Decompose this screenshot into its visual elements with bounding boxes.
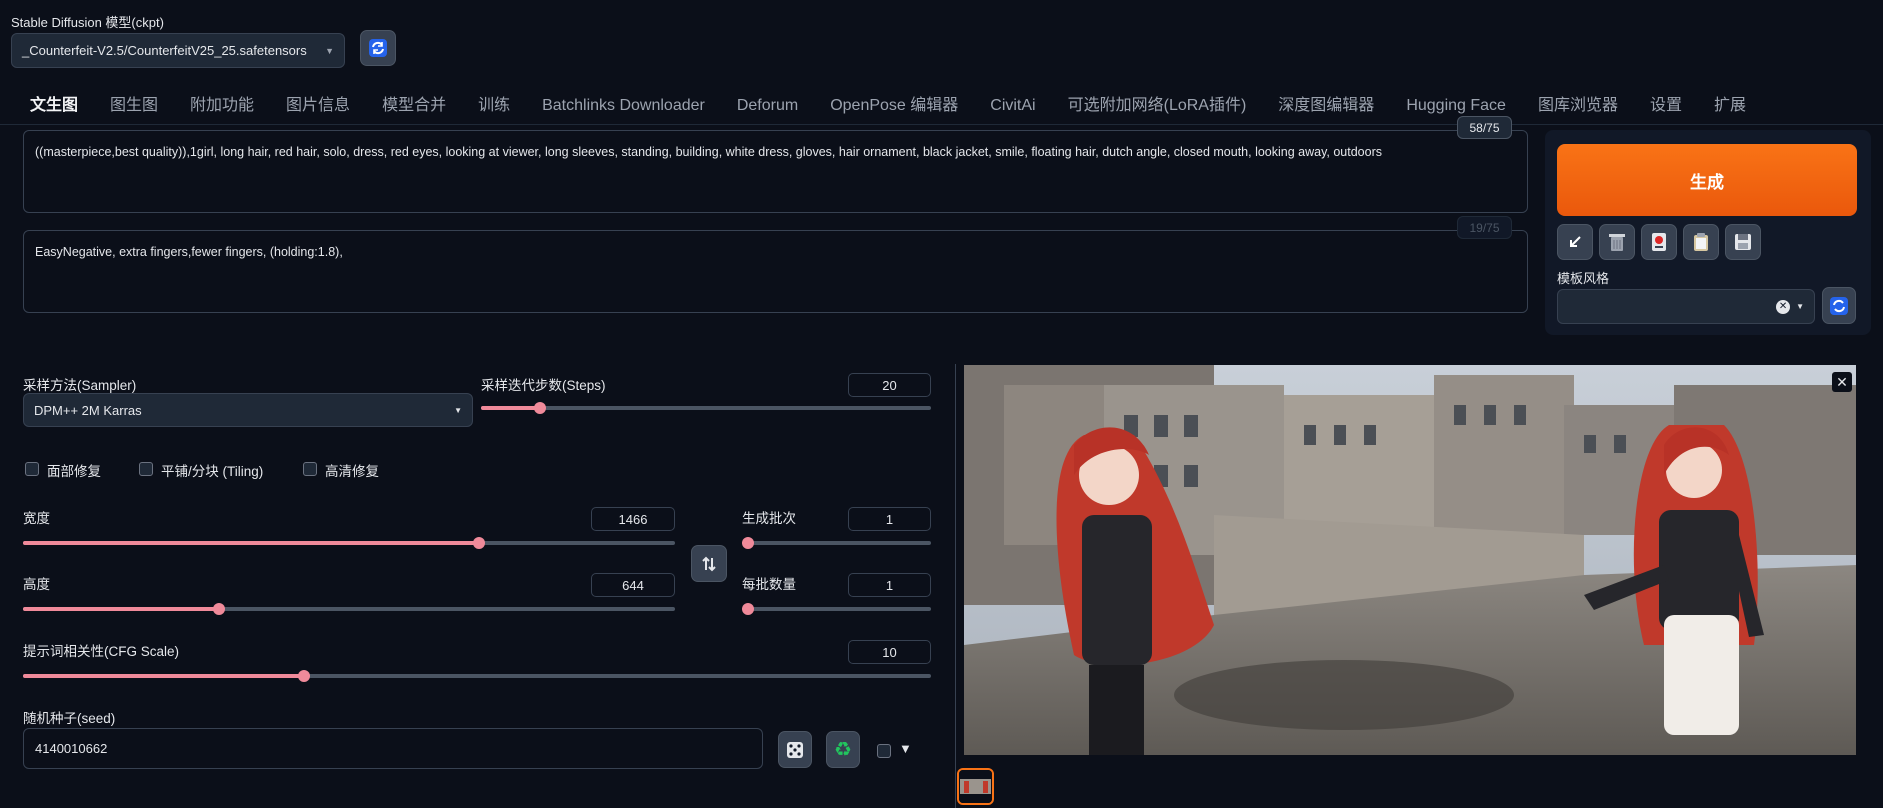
height-slider-thumb[interactable]	[212, 603, 225, 615]
chevron-down-icon: ▼	[454, 405, 462, 415]
cfg-input[interactable]: 10	[848, 640, 931, 664]
height-slider-fill	[23, 607, 219, 611]
tab-depth[interactable]: 深度图编辑器	[1262, 90, 1390, 122]
save-style-button[interactable]	[1725, 224, 1761, 260]
red-card-icon	[1652, 233, 1666, 251]
refresh-styles-button[interactable]	[1822, 287, 1856, 324]
refresh-model-button[interactable]	[360, 30, 396, 66]
tab-batchlinks[interactable]: Batchlinks Downloader	[526, 90, 721, 122]
tab-gallery[interactable]: 图库浏览器	[1522, 90, 1634, 122]
reuse-seed-button[interactable]: ♻	[826, 731, 860, 768]
generate-button[interactable]: 生成	[1557, 144, 1857, 216]
refresh-icon	[1830, 296, 1848, 315]
hires-fix-checkbox[interactable]	[303, 462, 317, 476]
style-select[interactable]: ✕ ▼	[1557, 289, 1815, 324]
generated-image-picture	[964, 365, 1856, 755]
negative-prompt-input[interactable]: EasyNegative, extra fingers,fewer finger…	[23, 230, 1528, 313]
cfg-slider-fill	[23, 674, 305, 678]
prompt-input[interactable]: ((masterpiece,best quality)),1girl, long…	[23, 130, 1528, 213]
cfg-slider[interactable]	[23, 670, 931, 682]
swap-arrows-icon	[702, 556, 716, 571]
clear-icon[interactable]: ✕	[1776, 299, 1791, 314]
tab-civitai[interactable]: CivitAi	[974, 90, 1051, 122]
tab-txt2img[interactable]: 文生图	[14, 90, 94, 122]
style-label: 模板风格	[1557, 271, 1610, 286]
extra-seed-label: ▼	[899, 741, 912, 756]
tiling-label: 平铺/分块 (Tiling)	[161, 464, 264, 479]
tiling-checkbox[interactable]	[139, 462, 153, 476]
model-select[interactable]: _Counterfeit-V2.5/CounterfeitV25_25.safe…	[11, 33, 345, 68]
tab-png-info[interactable]: 图片信息	[270, 90, 366, 122]
sampler-label: 采样方法(Sampler)	[23, 378, 137, 393]
tab-divider	[0, 124, 1883, 125]
batch-size-slider[interactable]	[742, 603, 931, 615]
cfg-label: 提示词相关性(CFG Scale)	[23, 644, 180, 659]
clipboard-icon	[1694, 233, 1708, 251]
steps-slider[interactable]	[481, 402, 931, 414]
tab-extensions[interactable]: 扩展	[1698, 90, 1762, 122]
height-input[interactable]: 644	[591, 573, 675, 597]
sampler-select[interactable]: DPM++ 2M Karras ▼	[23, 393, 473, 427]
gallery-thumbnail[interactable]	[957, 768, 994, 805]
batch-count-slider-thumb[interactable]	[742, 537, 754, 549]
chevron-down-icon: ▼	[325, 45, 334, 56]
height-slider[interactable]	[23, 603, 675, 615]
model-value: _Counterfeit-V2.5/CounterfeitV25_25.safe…	[22, 43, 307, 58]
batch-size-label: 每批数量	[742, 577, 796, 592]
tab-train[interactable]: 训练	[462, 90, 526, 122]
model-label: Stable Diffusion 模型(ckpt)	[11, 15, 164, 30]
tab-settings[interactable]: 设置	[1634, 90, 1698, 122]
batch-size-input[interactable]: 1	[848, 573, 931, 597]
seed-value: 4140010662	[35, 741, 108, 756]
cfg-slider-thumb[interactable]	[298, 670, 311, 682]
read-params-button[interactable]	[1557, 224, 1593, 260]
restore-faces-label: 面部修复	[47, 464, 101, 479]
restore-faces-checkbox[interactable]	[25, 462, 39, 476]
steps-input[interactable]: 20	[848, 373, 931, 397]
close-icon: ✕	[1836, 373, 1848, 390]
steps-slider-thumb[interactable]	[533, 402, 546, 414]
extra-seed-checkbox[interactable]	[877, 744, 891, 758]
arrow-down-left-icon	[1570, 236, 1581, 247]
prompt-token-counter: 58/75	[1457, 116, 1512, 139]
batch-count-label: 生成批次	[742, 511, 796, 526]
width-slider[interactable]	[23, 537, 675, 549]
width-slider-fill	[23, 541, 480, 545]
steps-label: 采样迭代步数(Steps)	[481, 378, 606, 393]
random-seed-button[interactable]	[778, 731, 812, 768]
batch-size-slider-thumb[interactable]	[742, 603, 754, 615]
trash-icon	[1609, 234, 1625, 251]
height-label: 高度	[23, 577, 50, 592]
clear-prompt-button[interactable]	[1599, 224, 1635, 260]
batch-count-input[interactable]: 1	[848, 507, 931, 531]
width-input[interactable]: 1466	[591, 507, 675, 531]
thumbnail-picture	[959, 770, 992, 803]
negative-token-counter: 19/75	[1457, 216, 1512, 239]
refresh-icon	[369, 39, 387, 57]
batch-count-slider[interactable]	[742, 537, 931, 549]
swap-dimensions-button[interactable]	[691, 545, 727, 582]
steps-slider-fill	[481, 406, 540, 410]
seed-input[interactable]: 4140010662	[23, 728, 763, 769]
dice-icon	[787, 741, 803, 758]
generated-image[interactable]	[964, 365, 1856, 755]
recycle-icon: ♻	[834, 739, 852, 761]
close-image-button[interactable]: ✕	[1832, 372, 1852, 392]
width-slider-thumb[interactable]	[473, 537, 486, 549]
show-extra-networks-button[interactable]	[1641, 224, 1677, 260]
tab-openpose[interactable]: OpenPose 编辑器	[814, 90, 974, 122]
tab-checkpoint-merger[interactable]: 模型合并	[366, 90, 462, 122]
hires-fix-label: 高清修复	[325, 464, 379, 479]
tab-img2img[interactable]: 图生图	[94, 90, 174, 122]
tab-lora[interactable]: 可选附加网络(LoRA插件)	[1052, 90, 1263, 122]
apply-style-button[interactable]	[1683, 224, 1719, 260]
sampler-value: DPM++ 2M Karras	[34, 402, 142, 418]
width-label: 宽度	[23, 511, 50, 526]
chevron-down-icon: ▼	[1796, 302, 1804, 311]
tab-deforum[interactable]: Deforum	[721, 90, 814, 122]
save-icon	[1735, 234, 1751, 250]
tab-extras[interactable]: 附加功能	[174, 90, 270, 122]
seed-label: 随机种子(seed)	[23, 711, 116, 726]
